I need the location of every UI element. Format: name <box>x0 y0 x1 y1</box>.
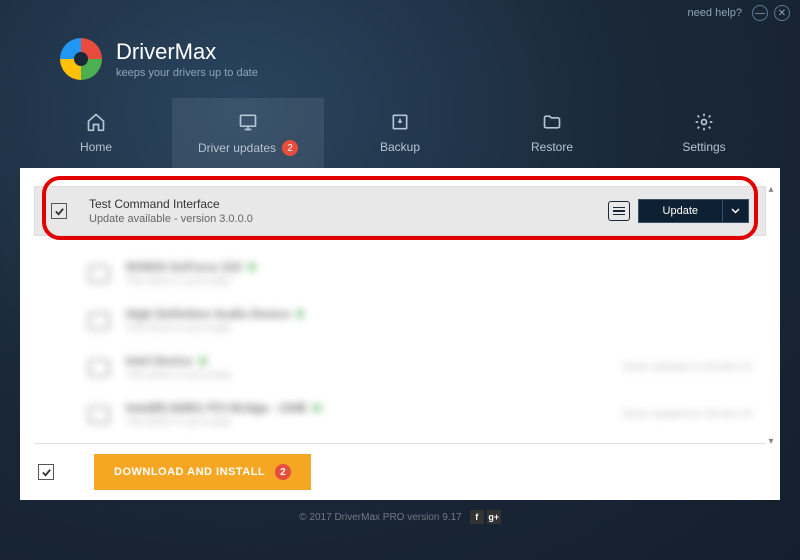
details-button[interactable] <box>608 201 630 221</box>
social-links: f g+ <box>470 510 501 524</box>
content-panel: Test Command Interface Update available … <box>20 168 780 500</box>
scrollbar[interactable]: ▴ ▾ <box>764 182 778 448</box>
device-icon <box>88 265 110 283</box>
facebook-icon[interactable]: f <box>470 510 484 524</box>
footer: © 2017 DriverMax PRO version 9.17 f g+ <box>0 500 800 534</box>
folder-icon <box>541 112 563 132</box>
status-dot <box>313 404 321 412</box>
chevron-down-icon <box>731 208 740 214</box>
driver-subtitle: Update available - version 3.0.0.0 <box>89 213 608 225</box>
list-item: NVIDIA GeForce 210This driver is up-to-d… <box>48 250 752 297</box>
googleplus-icon[interactable]: g+ <box>487 510 501 524</box>
app-subtitle: keeps your drivers up to date <box>116 67 258 79</box>
scroll-up-icon[interactable]: ▴ <box>764 182 778 196</box>
device-icon <box>88 312 110 330</box>
backup-icon <box>389 112 411 132</box>
download-install-button[interactable]: DOWNLOAD AND INSTALL 2 <box>94 454 311 490</box>
tab-settings-label: Settings <box>682 140 725 154</box>
updates-badge: 2 <box>282 140 298 156</box>
close-button[interactable]: ✕ <box>774 5 790 21</box>
download-badge: 2 <box>275 464 291 480</box>
header: DriverMax keeps your drivers up to date <box>0 26 800 98</box>
tab-updates-label: Driver updates <box>198 141 276 155</box>
list-item: Intel(R) 82801 PCI Bridge - 244EThis dri… <box>48 391 752 438</box>
status-dot <box>199 357 207 365</box>
driver-row-highlighted: Test Command Interface Update available … <box>34 186 766 236</box>
update-dropdown[interactable] <box>722 200 748 222</box>
tab-home-label: Home <box>80 140 112 154</box>
status-dot <box>248 263 256 271</box>
check-icon <box>41 467 52 478</box>
help-link[interactable]: need help? <box>688 7 742 19</box>
update-button[interactable]: Update <box>638 199 749 223</box>
app-title: DriverMax <box>116 39 258 65</box>
main-tabs: Home Driver updates 2 Backup Restore Set… <box>0 98 800 168</box>
check-icon <box>54 206 65 217</box>
status-dot <box>296 310 304 318</box>
app-logo-icon <box>60 38 102 80</box>
tab-restore[interactable]: Restore <box>476 98 628 168</box>
tab-backup-label: Backup <box>380 140 420 154</box>
home-icon <box>85 112 107 132</box>
titlebar: need help? — ✕ <box>0 0 800 26</box>
driver-checkbox[interactable] <box>51 203 67 219</box>
bottom-bar: DOWNLOAD AND INSTALL 2 <box>34 443 766 500</box>
brand-text: DriverMax keeps your drivers up to date <box>116 39 258 79</box>
list-item: Intel DeviceThis driver is up-to-date Dr… <box>48 344 752 391</box>
tab-settings[interactable]: Settings <box>628 98 780 168</box>
list-item: High Definition Audio DeviceThis driver … <box>48 297 752 344</box>
minimize-button[interactable]: — <box>752 5 768 21</box>
tab-backup[interactable]: Backup <box>324 98 476 168</box>
other-drivers-list: NVIDIA GeForce 210This driver is up-to-d… <box>34 246 766 442</box>
tab-driver-updates[interactable]: Driver updates 2 <box>172 98 324 168</box>
tab-home[interactable]: Home <box>20 98 172 168</box>
device-icon <box>88 406 110 424</box>
device-icon <box>88 359 110 377</box>
download-label: DOWNLOAD AND INSTALL <box>114 466 265 478</box>
scroll-down-icon[interactable]: ▾ <box>764 434 778 448</box>
driver-info: Test Command Interface Update available … <box>89 197 608 225</box>
update-button-label: Update <box>639 205 722 217</box>
driver-title: Test Command Interface <box>89 197 608 211</box>
copyright-text: © 2017 DriverMax PRO version 9.17 <box>299 512 461 523</box>
select-all-checkbox[interactable] <box>38 464 54 480</box>
gear-icon <box>693 112 715 132</box>
tab-restore-label: Restore <box>531 140 573 154</box>
monitor-icon <box>237 112 259 132</box>
